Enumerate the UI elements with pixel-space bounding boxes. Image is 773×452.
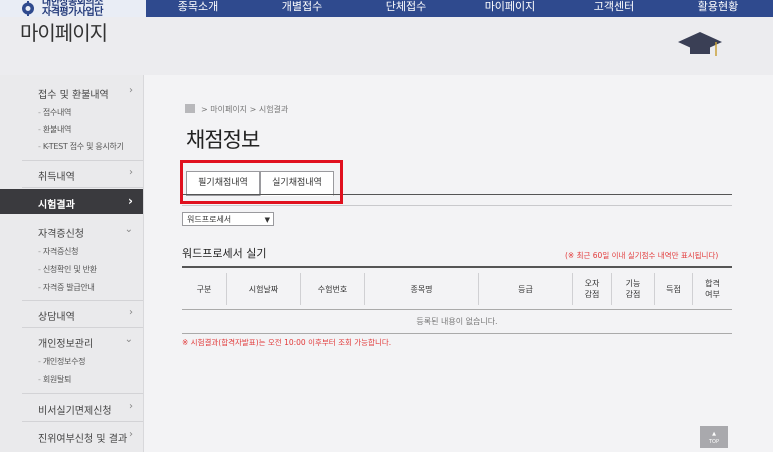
logo-gear-icon xyxy=(22,1,34,16)
logo-text: 대한상공회의소 자격평가사업단 xyxy=(42,0,103,18)
sidebar-item-exam-results[interactable]: 시험결과 › xyxy=(0,189,143,214)
graduation-cap-icon xyxy=(678,32,722,56)
nav-item-customer-center[interactable]: 고객센터 xyxy=(562,0,666,17)
table-empty-row: 등록된 내용이 없습니다. xyxy=(182,310,732,334)
nav-item-group-apply[interactable]: 단체접수 xyxy=(354,0,458,17)
content-separator xyxy=(182,205,732,206)
highlight-box xyxy=(180,160,343,204)
chevron-right-icon: › xyxy=(128,194,133,208)
chevron-down-icon: ▼ xyxy=(264,216,270,224)
sidebar-item-personal-info[interactable]: 개인정보관리 ⌄ xyxy=(0,329,143,353)
col-header-typo-deduction: 오자 감점 xyxy=(584,279,600,299)
col-header-exam-date: 시험날짜 xyxy=(248,284,279,294)
sidebar-item-consultation[interactable]: 상담내역 › xyxy=(0,302,143,326)
nav-item-jongmok[interactable]: 종목소개 xyxy=(146,0,250,17)
notice-text: (※ 최근 60일 이내 실기점수 내역만 표시됩니다) xyxy=(565,251,719,260)
breadcrumb: > 마이페이지 > 시험결과 xyxy=(185,104,288,115)
sidebar-divider xyxy=(22,300,143,301)
sidebar-sub-withdraw[interactable]: 회원탈퇴 xyxy=(38,374,72,385)
scroll-top-button[interactable]: ▲ TOP xyxy=(700,426,728,448)
sidebar-sub-application[interactable]: 접수내역 xyxy=(38,107,72,118)
sidebar-divider xyxy=(22,393,143,394)
col-header-grade: 등급 xyxy=(518,284,533,294)
sidebar-item-authenticity[interactable]: 진위여부신청 및 결과 › xyxy=(0,424,143,448)
chevron-right-icon: › xyxy=(129,429,133,440)
subject-select[interactable]: 워드프로세서 ▼ xyxy=(182,212,274,226)
chevron-down-icon: ⌄ xyxy=(124,334,133,345)
page-title: 채점정보 xyxy=(186,128,260,152)
sidebar-sub-cert-check[interactable]: 신청확인 및 반환 xyxy=(38,264,97,275)
sidebar-sub-cert-apply[interactable]: 자격증신청 xyxy=(38,246,79,257)
sidebar-sub-cert-guide[interactable]: 자격증 발급안내 xyxy=(38,282,95,293)
col-header-score: 득점 xyxy=(666,284,681,294)
sidebar-item-acquisition[interactable]: 취득내역 › xyxy=(0,162,143,186)
sidebar-divider xyxy=(22,327,143,328)
sidebar-item-payment-refund[interactable]: 접수 및 환불내역 › xyxy=(0,80,143,104)
main-nav: 종목소개 개별접수 단체접수 마이페이지 고객센터 활용현황 xyxy=(146,0,770,17)
sidebar-item-certificate-apply[interactable]: 자격증신청 ⌄ xyxy=(0,219,143,243)
page-banner xyxy=(0,17,773,75)
results-table-header: 구분 시험날짜 수험번호 종목명 등급 오자 감점 기능 감점 득점 합격 여부 xyxy=(182,266,732,310)
sidebar-sub-edit-info[interactable]: 개인정보수정 xyxy=(38,356,86,367)
col-header-exam-number: 수험번호 xyxy=(317,284,348,294)
chevron-right-icon: › xyxy=(129,167,133,178)
chevron-right-icon: › xyxy=(129,401,133,412)
nav-item-mypage[interactable]: 마이페이지 xyxy=(458,0,562,17)
col-header-function-deduction: 기능 감점 xyxy=(625,279,641,299)
site-logo[interactable]: 대한상공회의소 자격평가사업단 xyxy=(0,0,146,18)
nav-item-usage[interactable]: 활용현황 xyxy=(666,0,770,17)
col-header-pass: 합격 여부 xyxy=(705,279,720,299)
page-heading: 마이페이지 xyxy=(20,21,108,45)
sidebar-divider xyxy=(22,187,143,188)
breadcrumb-text: > 마이페이지 > 시험결과 xyxy=(201,105,289,114)
chevron-down-icon: ⌄ xyxy=(124,224,133,235)
chevron-right-icon: › xyxy=(129,85,133,96)
sidebar-divider xyxy=(22,160,143,161)
col-header-subject: 종목명 xyxy=(410,284,433,294)
footnote: ※ 시험결과(합격자발표)는 오전 10:00 이후부터 조회 가능합니다. xyxy=(182,338,392,347)
chevron-up-icon: ▲ xyxy=(712,431,716,437)
col-header-category: 구분 xyxy=(196,284,212,294)
sidebar-sub-ktest[interactable]: K-TEST 접수 및 응시하기 xyxy=(38,141,124,152)
sidebar-divider xyxy=(22,421,143,422)
home-icon[interactable] xyxy=(185,104,195,113)
nav-item-individual-apply[interactable]: 개별접수 xyxy=(250,0,354,17)
sidebar-item-secretary-exemption[interactable]: 비서실기면제신청 › xyxy=(0,396,143,420)
chevron-right-icon: › xyxy=(129,307,133,318)
sidebar-sub-refund[interactable]: 환불내역 xyxy=(38,124,72,135)
section-title: 워드프로세서 실기 xyxy=(182,247,267,260)
